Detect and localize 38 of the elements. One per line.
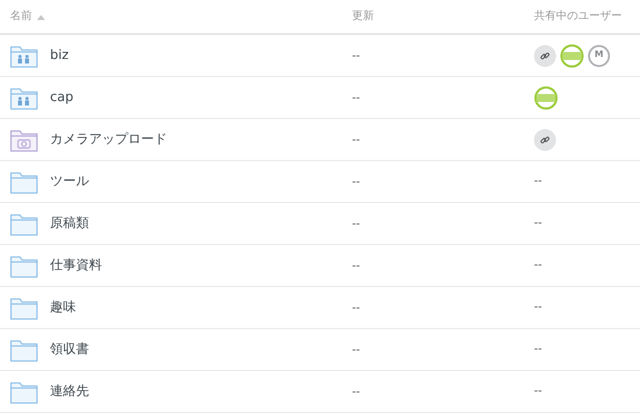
folder-icon (10, 296, 38, 320)
folder-name[interactable]: 原稿類 (50, 214, 89, 234)
folder-name[interactable]: cap (50, 88, 74, 108)
shared-folder-icon (10, 86, 38, 110)
shared-link-icon (534, 44, 556, 66)
modified-date: -- (352, 300, 360, 314)
modified-date: -- (352, 48, 360, 62)
folder-name[interactable]: 連絡先 (50, 382, 89, 402)
folder-name[interactable]: 仕事資料 (50, 256, 102, 276)
modified-date: -- (352, 342, 360, 356)
camera-folder-icon (10, 128, 38, 152)
folder-name[interactable]: ツール (50, 172, 89, 192)
shared-folder-icon (10, 44, 38, 68)
shared-users-text: -- (534, 215, 542, 232)
modified-date: -- (352, 132, 360, 146)
user-initial-avatar: M (588, 44, 610, 66)
folder-name[interactable]: biz (50, 46, 69, 66)
folder-icon (10, 212, 38, 236)
folder-icon (10, 338, 38, 362)
modified-date: -- (352, 258, 360, 272)
modified-date: -- (352, 216, 360, 230)
folder-name[interactable]: カメラアップロード (50, 130, 167, 150)
modified-date: -- (352, 174, 360, 188)
folder-icon (10, 380, 38, 404)
shared-users-text: -- (534, 173, 542, 190)
shared-users-text: -- (534, 257, 542, 274)
shared-users-text: -- (534, 383, 542, 400)
user-avatar (534, 86, 558, 110)
shared-users-text: -- (534, 299, 542, 316)
folder-icon (10, 170, 38, 194)
folder-icon (10, 254, 38, 278)
modified-date: -- (352, 384, 360, 398)
folder-name[interactable]: 趣味 (50, 298, 76, 318)
shared-link-icon (534, 128, 556, 150)
shared-users-text: -- (534, 341, 542, 358)
folder-name[interactable]: 領収書 (50, 340, 89, 360)
modified-date: -- (352, 90, 360, 104)
user-avatar (560, 44, 584, 68)
